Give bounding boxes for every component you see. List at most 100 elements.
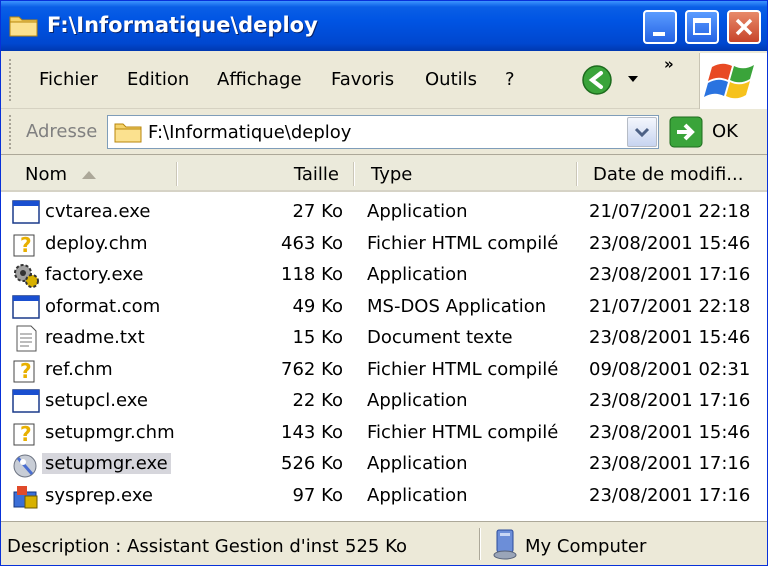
column-divider[interactable] [353, 162, 355, 186]
sysprep-icon [13, 485, 38, 508]
file-date: 21/07/2001 22:18 [589, 201, 751, 222]
file-list[interactable]: Nom Taille Type Date de modifi... cvtare… [1, 156, 767, 521]
menu-bar: Fichier Edition Affichage Favoris Outils… [1, 51, 767, 109]
file-row[interactable]: cvtarea.exe 27 Ko Application 21/07/2001 22… [1, 196, 767, 228]
file-row[interactable]: ? deploy.chm 463 Ko Fichier HTML compilé 23/… [1, 228, 767, 260]
file-type: Fichier HTML compilé [367, 421, 559, 443]
file-name: setupmgr.chm [45, 421, 175, 443]
file-name: setupcl.exe [45, 390, 148, 411]
file-row[interactable]: ? ref.chm 762 Ko Fichier HTML compilé 09/08/… [1, 354, 767, 386]
file-type: Application [367, 453, 468, 474]
menu-help[interactable]: ? [505, 69, 515, 90]
file-date: 23/08/2001 17:16 [589, 484, 751, 506]
file-type: Application [367, 390, 468, 411]
computer-icon [493, 529, 517, 560]
application-icon [12, 200, 40, 224]
column-header-name[interactable]: Nom [1, 156, 177, 190]
close-button[interactable] [727, 10, 761, 44]
address-value: F:\Informatique\deploy [148, 122, 352, 143]
file-type: Application [367, 484, 468, 506]
maximize-button[interactable] [685, 10, 719, 44]
file-date: 23/08/2001 17:16 [589, 390, 751, 411]
file-name: oformat.com [45, 295, 161, 317]
file-row[interactable]: ? setupmgr.chm 143 Ko Fichier HTML compilé 2… [1, 417, 767, 449]
file-size: 27 Ko [292, 201, 343, 222]
status-description: Description : Assistant Gestion d'inst [7, 536, 339, 557]
address-dropdown-button[interactable] [627, 117, 657, 147]
application-icon [12, 389, 40, 413]
file-date: 23/08/2001 17:16 [589, 453, 751, 474]
address-bar: Adresse F:\Informatique\deploy OK [1, 109, 767, 155]
toolbar-grip[interactable] [9, 115, 14, 149]
minimize-button[interactable] [643, 10, 677, 44]
file-row[interactable]: setupcl.exe 22 Ko Application 23/08/2001 17… [1, 385, 767, 417]
column-header-type[interactable]: Type [357, 156, 575, 190]
file-size: 143 Ko [281, 421, 343, 443]
menu-affichage[interactable]: Affichage [217, 69, 302, 90]
file-size: 97 Ko [292, 484, 343, 506]
file-row[interactable]: oformat.com 49 Ko MS-DOS Application 21/07/… [1, 291, 767, 323]
toolbar-grip[interactable] [9, 59, 14, 101]
sort-ascending-icon [82, 171, 96, 179]
minimize-icon [653, 32, 665, 36]
more-chevron-icon[interactable]: » [664, 55, 674, 73]
file-name: factory.exe [45, 264, 144, 285]
status-bar: Description : Assistant Gestion d'inst 5… [1, 521, 767, 565]
file-type: Fichier HTML compilé [367, 358, 559, 380]
address-input[interactable]: F:\Informatique\deploy [107, 115, 659, 149]
column-header-date[interactable]: Date de modifi... [579, 156, 767, 190]
window-title: F:\Informatique\deploy [47, 13, 318, 37]
file-size: 15 Ko [292, 327, 343, 348]
application-icon [12, 294, 40, 319]
file-type: Application [367, 264, 468, 285]
back-arrow-icon[interactable] [581, 64, 613, 96]
column-divider[interactable] [176, 162, 178, 186]
file-name: deploy.chm [45, 232, 148, 254]
svg-text:?: ? [20, 233, 32, 257]
title-bar[interactable]: F:\Informatique\deploy [1, 1, 767, 51]
go-arrow-icon[interactable] [669, 116, 703, 148]
file-type: MS-DOS Application [367, 295, 547, 317]
maximize-icon [693, 18, 711, 35]
column-header-size[interactable]: Taille [179, 156, 351, 190]
file-type: Document texte [367, 327, 513, 348]
file-date: 23/08/2001 15:46 [589, 232, 751, 254]
file-size: 118 Ko [281, 264, 343, 285]
help-file-icon: ? [13, 233, 35, 257]
go-button-label[interactable]: OK [712, 121, 738, 142]
gears-icon [14, 264, 39, 288]
windows-logo [699, 53, 767, 109]
text-document-icon [16, 325, 37, 352]
setup-wizard-icon [13, 454, 37, 478]
column-divider[interactable] [576, 162, 578, 186]
menu-outils[interactable]: Outils [425, 69, 477, 90]
column-name-label: Nom [25, 164, 68, 185]
file-row[interactable]: readme.txt 15 Ko Document texte 23/08/2001 … [1, 322, 767, 354]
svg-text:?: ? [20, 422, 32, 446]
menu-edition[interactable]: Edition [127, 69, 189, 90]
file-type: Fichier HTML compilé [367, 232, 559, 254]
svg-text:?: ? [20, 359, 32, 383]
file-size: 526 Ko [281, 453, 343, 474]
file-date: 23/08/2001 15:46 [589, 327, 751, 348]
explorer-window: F:\Informatique\deploy Fichier Edition A… [0, 0, 768, 566]
help-file-icon: ? [13, 359, 35, 383]
file-size: 22 Ko [292, 390, 343, 411]
help-file-icon: ? [13, 422, 35, 446]
file-row[interactable]: setupmgr.exe 526 Ko Application 23/08/2001 … [1, 448, 767, 480]
menu-fichier[interactable]: Fichier [39, 69, 98, 90]
file-date: 23/08/2001 17:16 [589, 264, 751, 285]
file-type: Application [367, 201, 468, 222]
file-row[interactable]: factory.exe 118 Ko Application 23/08/2001 1… [1, 259, 767, 291]
file-name: cvtarea.exe [45, 201, 151, 222]
file-date: 23/08/2001 15:46 [589, 421, 751, 443]
chevron-down-icon [634, 127, 650, 138]
folder-icon [9, 16, 38, 37]
folder-icon [114, 123, 142, 143]
chevron-down-icon[interactable] [627, 75, 639, 83]
file-size: 762 Ko [281, 358, 343, 380]
file-row[interactable]: sysprep.exe 97 Ko Application 23/08/2001 17… [1, 480, 767, 512]
menu-favoris[interactable]: Favoris [331, 69, 394, 90]
file-date: 21/07/2001 22:18 [589, 295, 751, 317]
status-divider [479, 528, 481, 560]
